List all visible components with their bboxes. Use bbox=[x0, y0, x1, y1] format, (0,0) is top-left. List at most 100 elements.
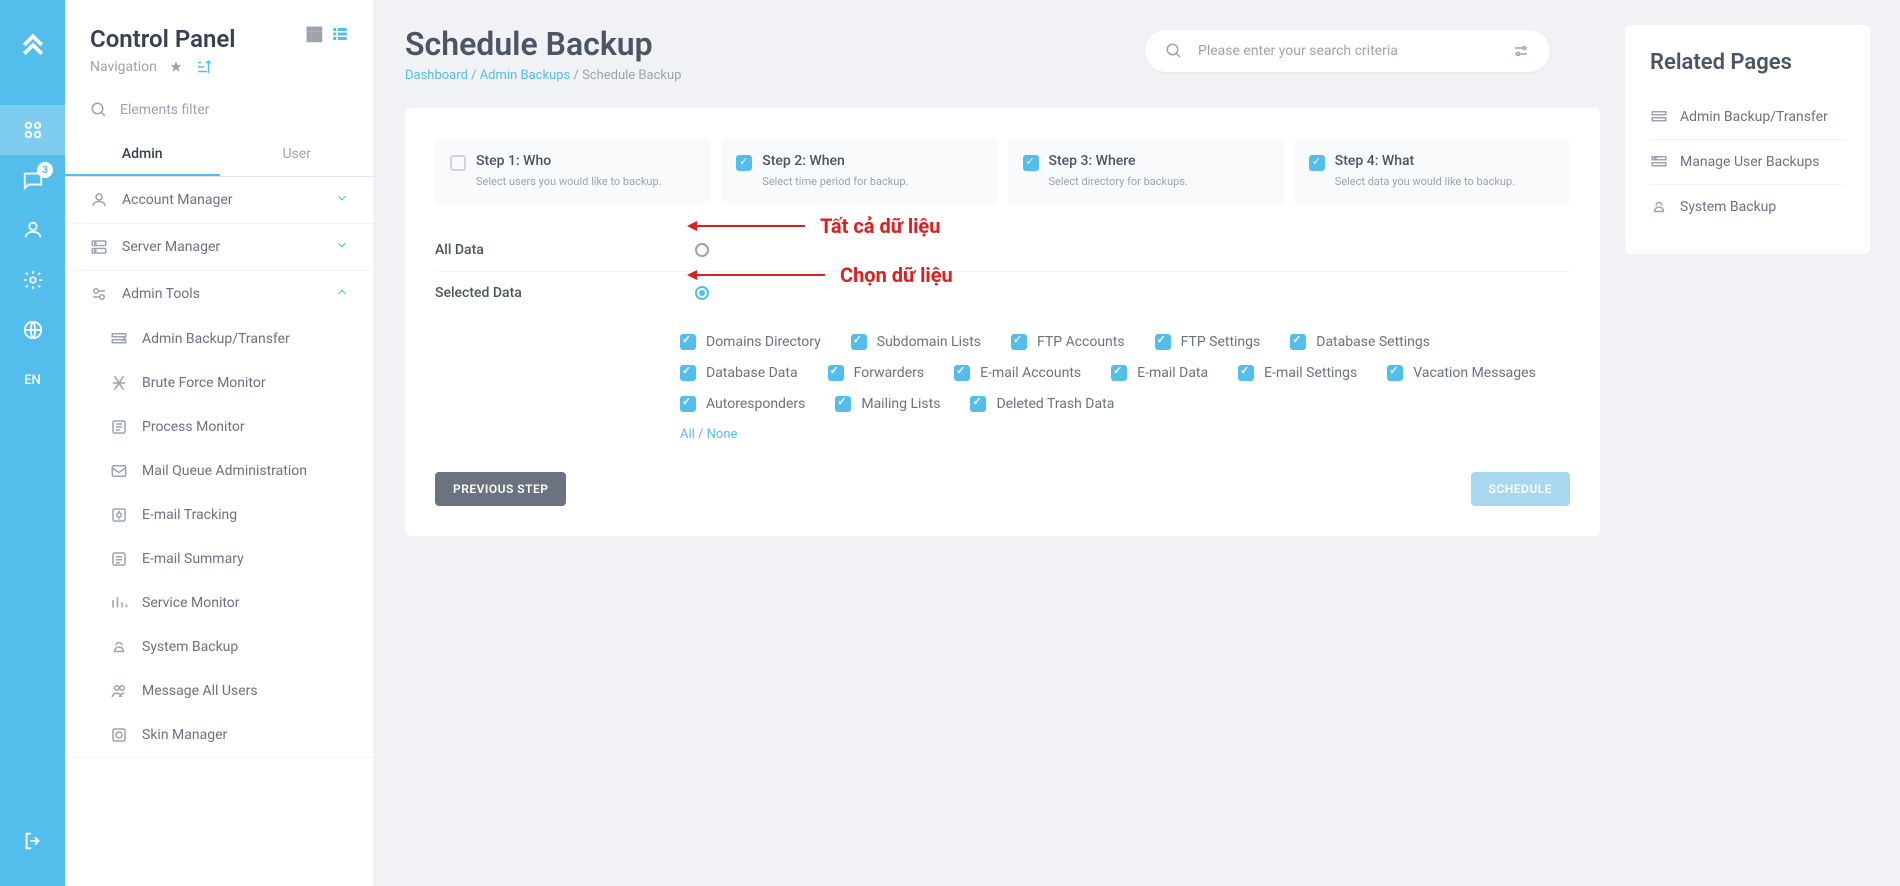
checkbox-icon bbox=[828, 365, 844, 381]
data-checkbox[interactable]: Database Settings bbox=[1290, 334, 1430, 350]
related-item[interactable]: Admin Backup/Transfer bbox=[1650, 95, 1845, 140]
nav-sub-item[interactable]: Message All Users bbox=[65, 669, 374, 713]
sidebar: Control Panel Navigation Elements filter… bbox=[65, 0, 375, 886]
checkbox-icon bbox=[970, 396, 986, 412]
wizard-step[interactable]: Step 2: WhenSelect time period for backu… bbox=[721, 138, 997, 204]
checkbox-icon bbox=[851, 334, 867, 350]
nav-sub-item[interactable]: Mail Queue Administration bbox=[65, 449, 374, 493]
sidebar-subtitle: Navigation bbox=[90, 58, 236, 76]
nav-sub-item[interactable]: Brute Force Monitor bbox=[65, 361, 374, 405]
checkbox-icon bbox=[835, 396, 851, 412]
nav-sub-item[interactable]: E-mail Tracking bbox=[65, 493, 374, 537]
rail-user-icon[interactable] bbox=[0, 205, 65, 255]
nav-sub-item[interactable]: E-mail Summary bbox=[65, 537, 374, 581]
rail-lang[interactable]: EN bbox=[0, 355, 65, 405]
checkbox-icon bbox=[680, 396, 696, 412]
nav-sub-item[interactable]: System Backup bbox=[65, 625, 374, 669]
wizard-step[interactable]: Step 3: WhereSelect directory for backup… bbox=[1008, 138, 1284, 204]
nav-account-manager[interactable]: Account Manager bbox=[65, 177, 374, 223]
checkbox-icon bbox=[1111, 365, 1127, 381]
related-title: Related Pages bbox=[1650, 50, 1845, 75]
rail-messages-icon[interactable]: 3 bbox=[0, 155, 65, 205]
radio-all-data[interactable]: All Data bbox=[435, 229, 1570, 272]
data-checkbox[interactable]: Vacation Messages bbox=[1387, 365, 1536, 381]
step-checkbox bbox=[1023, 155, 1039, 171]
checkbox-icon bbox=[1290, 334, 1306, 350]
list-view-icon[interactable] bbox=[331, 25, 349, 43]
nav-admin-tools[interactable]: Admin Tools bbox=[65, 271, 374, 317]
data-checkbox[interactable]: FTP Settings bbox=[1155, 334, 1261, 350]
checkbox-icon bbox=[680, 334, 696, 350]
nav-sub-item[interactable]: Service Monitor bbox=[65, 581, 374, 625]
chevron-up-icon bbox=[335, 285, 349, 299]
rail-dashboard-icon[interactable] bbox=[0, 105, 65, 155]
data-checkbox[interactable]: Autoresponders bbox=[680, 396, 805, 412]
step-checkbox bbox=[450, 155, 466, 171]
data-checkbox[interactable]: Database Data bbox=[680, 365, 798, 381]
previous-step-button[interactable]: PREVIOUS STEP bbox=[435, 472, 566, 506]
icon-rail: 3 EN bbox=[0, 0, 65, 886]
pin-icon[interactable] bbox=[169, 60, 183, 74]
user-icon bbox=[90, 191, 108, 209]
step-checkbox bbox=[1309, 155, 1325, 171]
radio-all-data-input[interactable] bbox=[695, 243, 709, 257]
sidebar-title: Control Panel bbox=[90, 25, 236, 53]
rail-globe-icon[interactable] bbox=[0, 305, 65, 355]
select-all-link[interactable]: All bbox=[680, 427, 695, 442]
tab-admin[interactable]: Admin bbox=[65, 134, 220, 176]
data-checkbox[interactable]: Forwarders bbox=[828, 365, 924, 381]
sliders-icon[interactable] bbox=[1512, 42, 1530, 60]
radio-selected-data[interactable]: Selected Data bbox=[435, 272, 1570, 314]
radio-selected-data-input[interactable] bbox=[695, 286, 709, 300]
data-checkbox[interactable]: Mailing Lists bbox=[835, 396, 940, 412]
tools-icon bbox=[90, 285, 108, 303]
checkbox-icon bbox=[1387, 365, 1403, 381]
checkbox-icon bbox=[1155, 334, 1171, 350]
data-checkbox[interactable]: E-mail Settings bbox=[1238, 365, 1357, 381]
global-search[interactable]: Please enter your search criteria bbox=[1145, 30, 1550, 72]
checkbox-icon bbox=[1011, 334, 1027, 350]
data-checkbox[interactable]: Subdomain Lists bbox=[851, 334, 981, 350]
server-icon bbox=[90, 238, 108, 256]
wizard-step[interactable]: Step 1: WhoSelect users you would like t… bbox=[435, 138, 711, 204]
elements-filter[interactable]: Elements filter bbox=[65, 86, 374, 134]
chevron-down-icon bbox=[335, 191, 349, 205]
data-checkbox[interactable]: Domains Directory bbox=[680, 334, 821, 350]
nav-sub-item[interactable]: Process Monitor bbox=[65, 405, 374, 449]
crumb-dashboard[interactable]: Dashboard bbox=[405, 68, 468, 83]
select-none-link[interactable]: None bbox=[707, 427, 738, 442]
step-checkbox bbox=[736, 155, 752, 171]
search-placeholder: Please enter your search criteria bbox=[1198, 43, 1398, 59]
data-checkbox[interactable]: E-mail Data bbox=[1111, 365, 1208, 381]
rail-logout-icon[interactable] bbox=[0, 816, 65, 866]
nav-server-manager[interactable]: Server Manager bbox=[65, 224, 374, 270]
related-pages-panel: Related Pages Admin Backup/TransferManag… bbox=[1625, 25, 1870, 254]
search-icon bbox=[90, 101, 108, 119]
related-item[interactable]: Manage User Backups bbox=[1650, 140, 1845, 185]
checkbox-icon bbox=[1238, 365, 1254, 381]
data-checkbox[interactable]: Deleted Trash Data bbox=[970, 396, 1114, 412]
grid-view-icon[interactable] bbox=[305, 25, 323, 43]
crumb-admin-backups[interactable]: Admin Backups bbox=[480, 68, 571, 83]
chevron-down-icon bbox=[335, 238, 349, 252]
data-checkbox[interactable]: FTP Accounts bbox=[1011, 334, 1125, 350]
related-item[interactable]: System Backup bbox=[1650, 185, 1845, 229]
checkbox-grid: Domains Directory Subdomain Lists FTP Acco… bbox=[435, 314, 1570, 422]
data-checkbox[interactable]: E-mail Accounts bbox=[954, 365, 1081, 381]
sort-icon[interactable] bbox=[195, 58, 213, 76]
checkbox-icon bbox=[680, 365, 696, 381]
wizard-card: Step 1: WhoSelect users you would like t… bbox=[405, 108, 1600, 536]
schedule-button[interactable]: SCHEDULE bbox=[1471, 472, 1570, 506]
nav-sub-item[interactable]: Admin Backup/Transfer bbox=[65, 317, 374, 361]
steps-row: Step 1: WhoSelect users you would like t… bbox=[435, 138, 1570, 204]
wizard-step[interactable]: Step 4: WhatSelect data you would like t… bbox=[1294, 138, 1570, 204]
search-icon bbox=[1165, 42, 1183, 60]
nav-sub-item[interactable]: Skin Manager bbox=[65, 713, 374, 757]
crumb-current: Schedule Backup bbox=[582, 68, 681, 83]
checkbox-icon bbox=[954, 365, 970, 381]
tab-user[interactable]: User bbox=[220, 134, 375, 176]
all-none-links: All / None bbox=[435, 422, 1570, 442]
rail-badge: 3 bbox=[37, 162, 53, 178]
logo-icon[interactable] bbox=[0, 15, 65, 75]
rail-settings-icon[interactable] bbox=[0, 255, 65, 305]
